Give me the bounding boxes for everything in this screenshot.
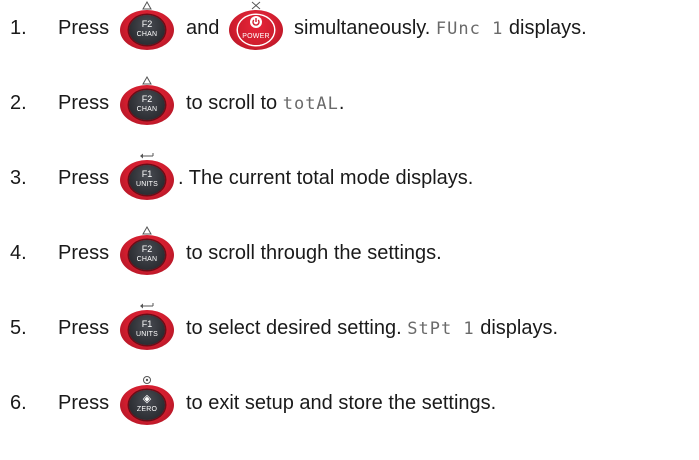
step-press-label: Press (58, 92, 110, 114)
step-press-label: Press (58, 392, 110, 414)
step-5: 5. Press F1 UNITS to select desired sett… (0, 300, 699, 360)
target-icon (143, 376, 151, 384)
step-text: . The current total mode displays. (178, 167, 474, 189)
zero-key: ◈ ZERO (120, 385, 174, 425)
step-press-label: Press (58, 167, 110, 189)
enter-arrow-icon (140, 303, 154, 309)
step-number: 5. (10, 317, 27, 339)
up-arrow-icon (142, 0, 152, 10)
step-press-label: Press (58, 242, 110, 264)
step-number: 3. (10, 167, 27, 189)
step-4: 4. Press F2 CHAN to scroll through the s… (0, 225, 699, 285)
x-icon (251, 1, 261, 10)
step-3: 3. Press F1 UNITS . The current total mo… (0, 150, 699, 210)
step-text: to scroll to totAL. (186, 92, 345, 114)
f1-units-key: F1 UNITS (120, 310, 174, 350)
power-icon (250, 16, 262, 28)
step-number: 4. (10, 242, 27, 264)
step-number: 2. (10, 92, 27, 114)
step-press-label: Press (58, 317, 110, 339)
step-text: to scroll through the settings. (186, 242, 442, 264)
power-key: POWER (229, 10, 283, 50)
step-text: to exit setup and store the settings. (186, 392, 497, 414)
display-readout: totAL (282, 94, 339, 114)
step-2: 2. Press F2 CHAN to scroll to totAL. (0, 75, 699, 135)
step-6: 6. Press ◈ ZERO to exit setup and store … (0, 375, 699, 435)
up-arrow-icon (142, 225, 152, 235)
f2-chan-key: F2 CHAN (120, 85, 174, 125)
f2-chan-key: F2 CHAN (120, 10, 174, 50)
step-1: 1. Press F2 CHAN and POWER simultaneousl… (0, 0, 699, 60)
step-number: 6. (10, 392, 27, 414)
step-text: to select desired setting. StPt 1 displa… (186, 317, 559, 339)
display-readout: FUnc 1 (435, 19, 504, 39)
step-press-label: Press (58, 17, 110, 39)
enter-arrow-icon (140, 153, 154, 159)
f1-units-key: F1 UNITS (120, 160, 174, 200)
zero-arrow-icon: ◈ (142, 393, 152, 405)
step-number: 1. (10, 17, 27, 39)
step-connector: and (186, 17, 220, 39)
up-arrow-icon (142, 75, 152, 85)
f2-chan-key: F2 CHAN (120, 235, 174, 275)
display-readout: StPt 1 (407, 319, 475, 339)
step-text: simultaneously. FUnc 1 displays. (294, 17, 587, 39)
